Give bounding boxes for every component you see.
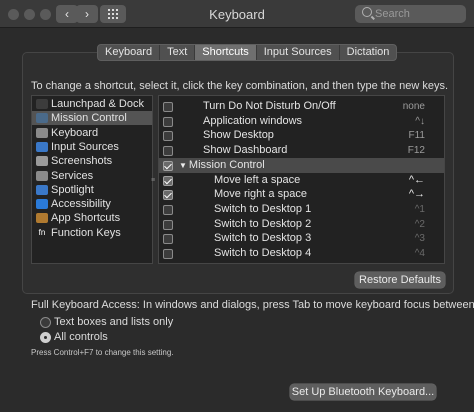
full-keyboard-access-label: Full Keyboard Access: In windows and dia… — [31, 299, 474, 311]
instructions-text: To change a shortcut, select it, click t… — [31, 80, 449, 92]
shortcut-checkbox[interactable] — [163, 131, 173, 142]
restore-defaults-button[interactable]: Restore Defaults — [355, 272, 445, 288]
title-bar: ‹ › Keyboard — [0, 0, 474, 28]
shortcut-label: Show Dashboard — [203, 144, 288, 157]
category-label: Mission Control — [51, 112, 127, 125]
accessibility-icon — [36, 199, 48, 210]
shortcut-key-combo[interactable]: ^2 — [415, 217, 425, 232]
shortcut-label: Switch to Desktop 1 — [214, 202, 312, 215]
fn-key-icon: fn — [38, 227, 46, 237]
search-input[interactable] — [375, 7, 461, 21]
category-item-spotlight[interactable]: Spotlight — [32, 183, 152, 197]
shortcut-label: Application windows — [203, 114, 303, 127]
shortcut-checkbox[interactable] — [163, 190, 173, 201]
tab-dictation[interactable]: Dictation — [340, 45, 397, 60]
category-label: Input Sources — [51, 140, 119, 153]
shortcut-group-label: ▼ Mission Control — [179, 158, 265, 173]
shortcut-checkbox[interactable] — [163, 102, 173, 112]
shortcut-label: Move right a space — [214, 188, 307, 201]
tab-shortcuts[interactable]: Shortcuts — [195, 45, 257, 60]
shortcut-row[interactable]: Switch to Desktop 2 ^2 — [159, 217, 444, 232]
keyboard-icon — [36, 127, 48, 138]
category-item-accessibility[interactable]: Accessibility — [32, 197, 152, 211]
input-sources-icon — [36, 141, 48, 152]
search-field[interactable] — [355, 5, 466, 23]
shortcut-label: Show Desktop — [203, 129, 274, 142]
radio-all-controls[interactable] — [40, 332, 51, 343]
spotlight-icon — [36, 184, 48, 195]
shortcut-checkbox[interactable] — [163, 175, 173, 186]
category-item-keyboard[interactable]: Keyboard — [32, 126, 152, 140]
shortcut-checkbox[interactable] — [163, 249, 173, 259]
category-label: Accessibility — [51, 198, 111, 211]
split-divider-handle[interactable]: ≡ — [151, 177, 156, 184]
shortcut-label: Switch to Desktop 2 — [214, 217, 312, 230]
category-label: Function Keys — [51, 226, 121, 239]
radio-label-all-controls: All controls — [54, 331, 108, 343]
radio-text-boxes-only[interactable] — [40, 317, 51, 328]
search-icon — [362, 7, 372, 17]
shortcut-list[interactable]: Turn Do Not Disturb On/Off none Applicatio… — [158, 95, 445, 264]
app-shortcuts-icon — [36, 213, 48, 224]
category-item-screenshots[interactable]: Screenshots — [32, 154, 152, 168]
tab-keyboard[interactable]: Keyboard — [98, 45, 161, 60]
shortcut-label: Move left a space — [214, 173, 301, 186]
shortcut-key-combo[interactable]: none — [403, 99, 425, 114]
shortcut-row[interactable]: Show Desktop F11 — [159, 128, 444, 143]
shortcut-label: Turn Do Not Disturb On/Off — [203, 100, 336, 112]
category-label: Spotlight — [51, 183, 94, 196]
category-item-function-keys[interactable]: fn Function Keys — [32, 226, 152, 240]
shortcut-key-combo[interactable]: ^→ — [409, 187, 425, 202]
shortcut-key-combo[interactable]: F12 — [408, 143, 425, 158]
shortcut-key-combo[interactable]: ^← — [409, 173, 425, 188]
shortcut-group-header[interactable]: ▼ Mission Control — [159, 157, 444, 173]
shortcut-row[interactable]: Application windows ^↓ — [159, 114, 444, 129]
category-label: Keyboard — [51, 126, 99, 139]
tab-bar: Keyboard Text Shortcuts Input Sources Dictat… — [97, 44, 398, 61]
shortcut-key-combo[interactable]: F11 — [409, 128, 426, 143]
shortcut-label: Switch to Desktop 3 — [214, 232, 312, 245]
category-label: Screenshots — [51, 155, 113, 168]
shortcut-key-combo[interactable]: ^4 — [415, 246, 425, 261]
category-label: Launchpad & Dock — [51, 98, 144, 110]
shortcut-checkbox[interactable] — [163, 160, 173, 171]
shortcut-checkbox[interactable] — [163, 146, 173, 157]
shortcut-checkbox[interactable] — [163, 219, 173, 230]
tab-input-sources[interactable]: Input Sources — [257, 45, 340, 60]
category-item-mission-control[interactable]: Mission Control — [32, 111, 152, 126]
launchpad-dock-icon — [36, 99, 48, 109]
screenshots-icon — [36, 156, 48, 167]
category-item-app-shortcuts[interactable]: App Shortcuts — [32, 211, 152, 225]
shortcut-checkbox[interactable] — [163, 116, 173, 127]
shortcut-row[interactable]: Move right a space ^→ — [159, 187, 444, 202]
category-label: App Shortcuts — [51, 212, 121, 225]
category-item-input-sources[interactable]: Input Sources — [32, 140, 152, 154]
shortcut-key-combo[interactable]: ^1 — [415, 202, 425, 217]
category-list[interactable]: Launchpad & Dock Mission Control Keyboard I… — [31, 95, 153, 264]
shortcut-row[interactable]: Switch to Desktop 3 ^3 — [159, 231, 444, 246]
shortcut-row[interactable]: Switch to Desktop 1 ^1 — [159, 202, 444, 217]
category-item-services[interactable]: Services — [32, 169, 152, 183]
gear-icon — [36, 170, 48, 181]
category-label: Services — [51, 169, 94, 182]
tab-text[interactable]: Text — [160, 45, 196, 60]
shortcut-label: Switch to Desktop 4 — [214, 247, 312, 259]
radio-label-text-boxes-only: Text boxes and lists only — [54, 316, 174, 328]
category-item-launchpad-dock[interactable]: Launchpad & Dock — [32, 97, 152, 111]
shortcut-row[interactable]: Move left a space ^← — [159, 173, 444, 188]
shortcut-key-combo[interactable]: ^↓ — [415, 114, 425, 129]
disclosure-triangle-icon[interactable]: ▼ — [179, 161, 187, 170]
shortcut-checkbox[interactable] — [163, 234, 173, 245]
shortcut-group-text: Mission Control — [188, 158, 265, 171]
set-up-bluetooth-keyboard-button[interactable]: Set Up Bluetooth Keyboard... — [290, 384, 436, 400]
mission-control-icon — [36, 113, 48, 124]
shortcut-key-combo[interactable]: ^3 — [415, 231, 425, 246]
shortcut-row[interactable]: Switch to Desktop 4 ^4 — [159, 246, 444, 261]
keyboard-access-hint: Press Control+F7 to change this setting. — [31, 348, 174, 357]
shortcut-row[interactable]: Turn Do Not Disturb On/Off none — [159, 99, 444, 114]
shortcut-row[interactable]: Show Dashboard F12 — [159, 143, 444, 158]
shortcut-checkbox[interactable] — [163, 204, 173, 215]
